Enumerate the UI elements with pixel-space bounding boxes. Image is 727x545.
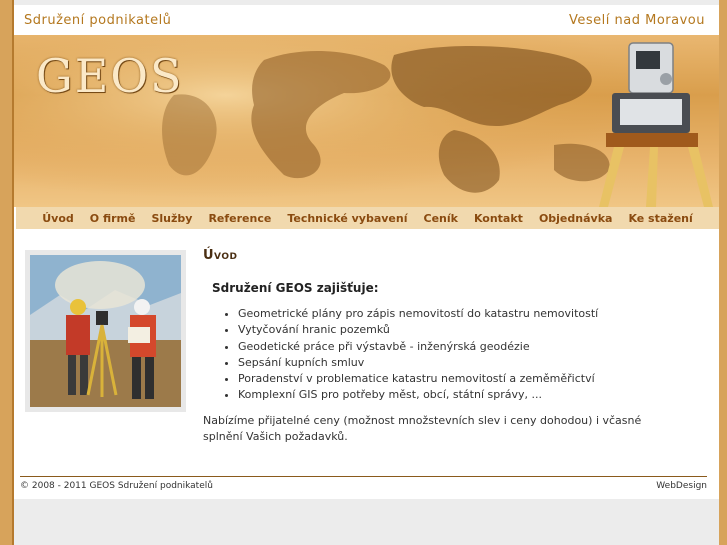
left-frame-border	[0, 0, 12, 545]
list-item: Geodetické práce při výstavbě - inženýrs…	[238, 339, 598, 355]
header-banner: GEOS	[14, 35, 719, 207]
list-item: Vytyčování hranic pozemků	[238, 322, 598, 338]
nav-item-o-firme[interactable]: O firmě	[90, 212, 136, 225]
org-name: Sdružení podnikatelů	[24, 13, 172, 28]
nav-item-ke-stazeni[interactable]: Ke stažení	[628, 212, 692, 225]
top-band	[14, 0, 719, 5]
photo-frame	[25, 250, 186, 412]
bottom-spacer	[14, 499, 719, 545]
nav-item-uvod[interactable]: Úvod	[42, 212, 74, 225]
services-list: Geometrické plány pro zápis nemovitostí …	[220, 306, 598, 404]
page-container: Sdružení podnikatelů Veselí nad Moravou	[14, 0, 719, 545]
webdesign-link[interactable]: WebDesign	[656, 481, 707, 491]
nav-item-technicke-vybaveni[interactable]: Technické vybavení	[287, 212, 407, 225]
services-heading: Sdružení GEOS zajišťuje:	[212, 281, 379, 295]
footer-divider	[20, 476, 707, 477]
location-text: Veselí nad Moravou	[569, 13, 705, 28]
nav-item-objednavka[interactable]: Objednávka	[539, 212, 613, 225]
list-item: Komplexní GIS pro potřeby měst, obcí, st…	[238, 387, 598, 403]
nav-item-sluzby[interactable]: Služby	[151, 212, 192, 225]
page-title: Úvod	[203, 248, 238, 263]
nav-item-cenik[interactable]: Ceník	[424, 212, 458, 225]
nav-item-reference[interactable]: Reference	[208, 212, 271, 225]
list-item: Geometrické plány pro zápis nemovitostí …	[238, 306, 598, 322]
nav-item-kontakt[interactable]: Kontakt	[474, 212, 523, 225]
surveyors-photo	[30, 255, 181, 407]
list-item: Sepsání kupních smluv	[238, 355, 598, 371]
main-navigation: Úvod O firmě Služby Reference Technické …	[16, 207, 719, 229]
list-item: Poradenství v problematice katastru nemo…	[238, 371, 598, 387]
offer-paragraph: Nabízíme přijatelné ceny (možnost množst…	[203, 414, 642, 443]
right-frame-border	[719, 0, 727, 545]
geos-logo: GEOS	[36, 49, 184, 103]
copyright-text: © 2008 - 2011 GEOS Sdružení podnikatelů	[20, 481, 213, 491]
